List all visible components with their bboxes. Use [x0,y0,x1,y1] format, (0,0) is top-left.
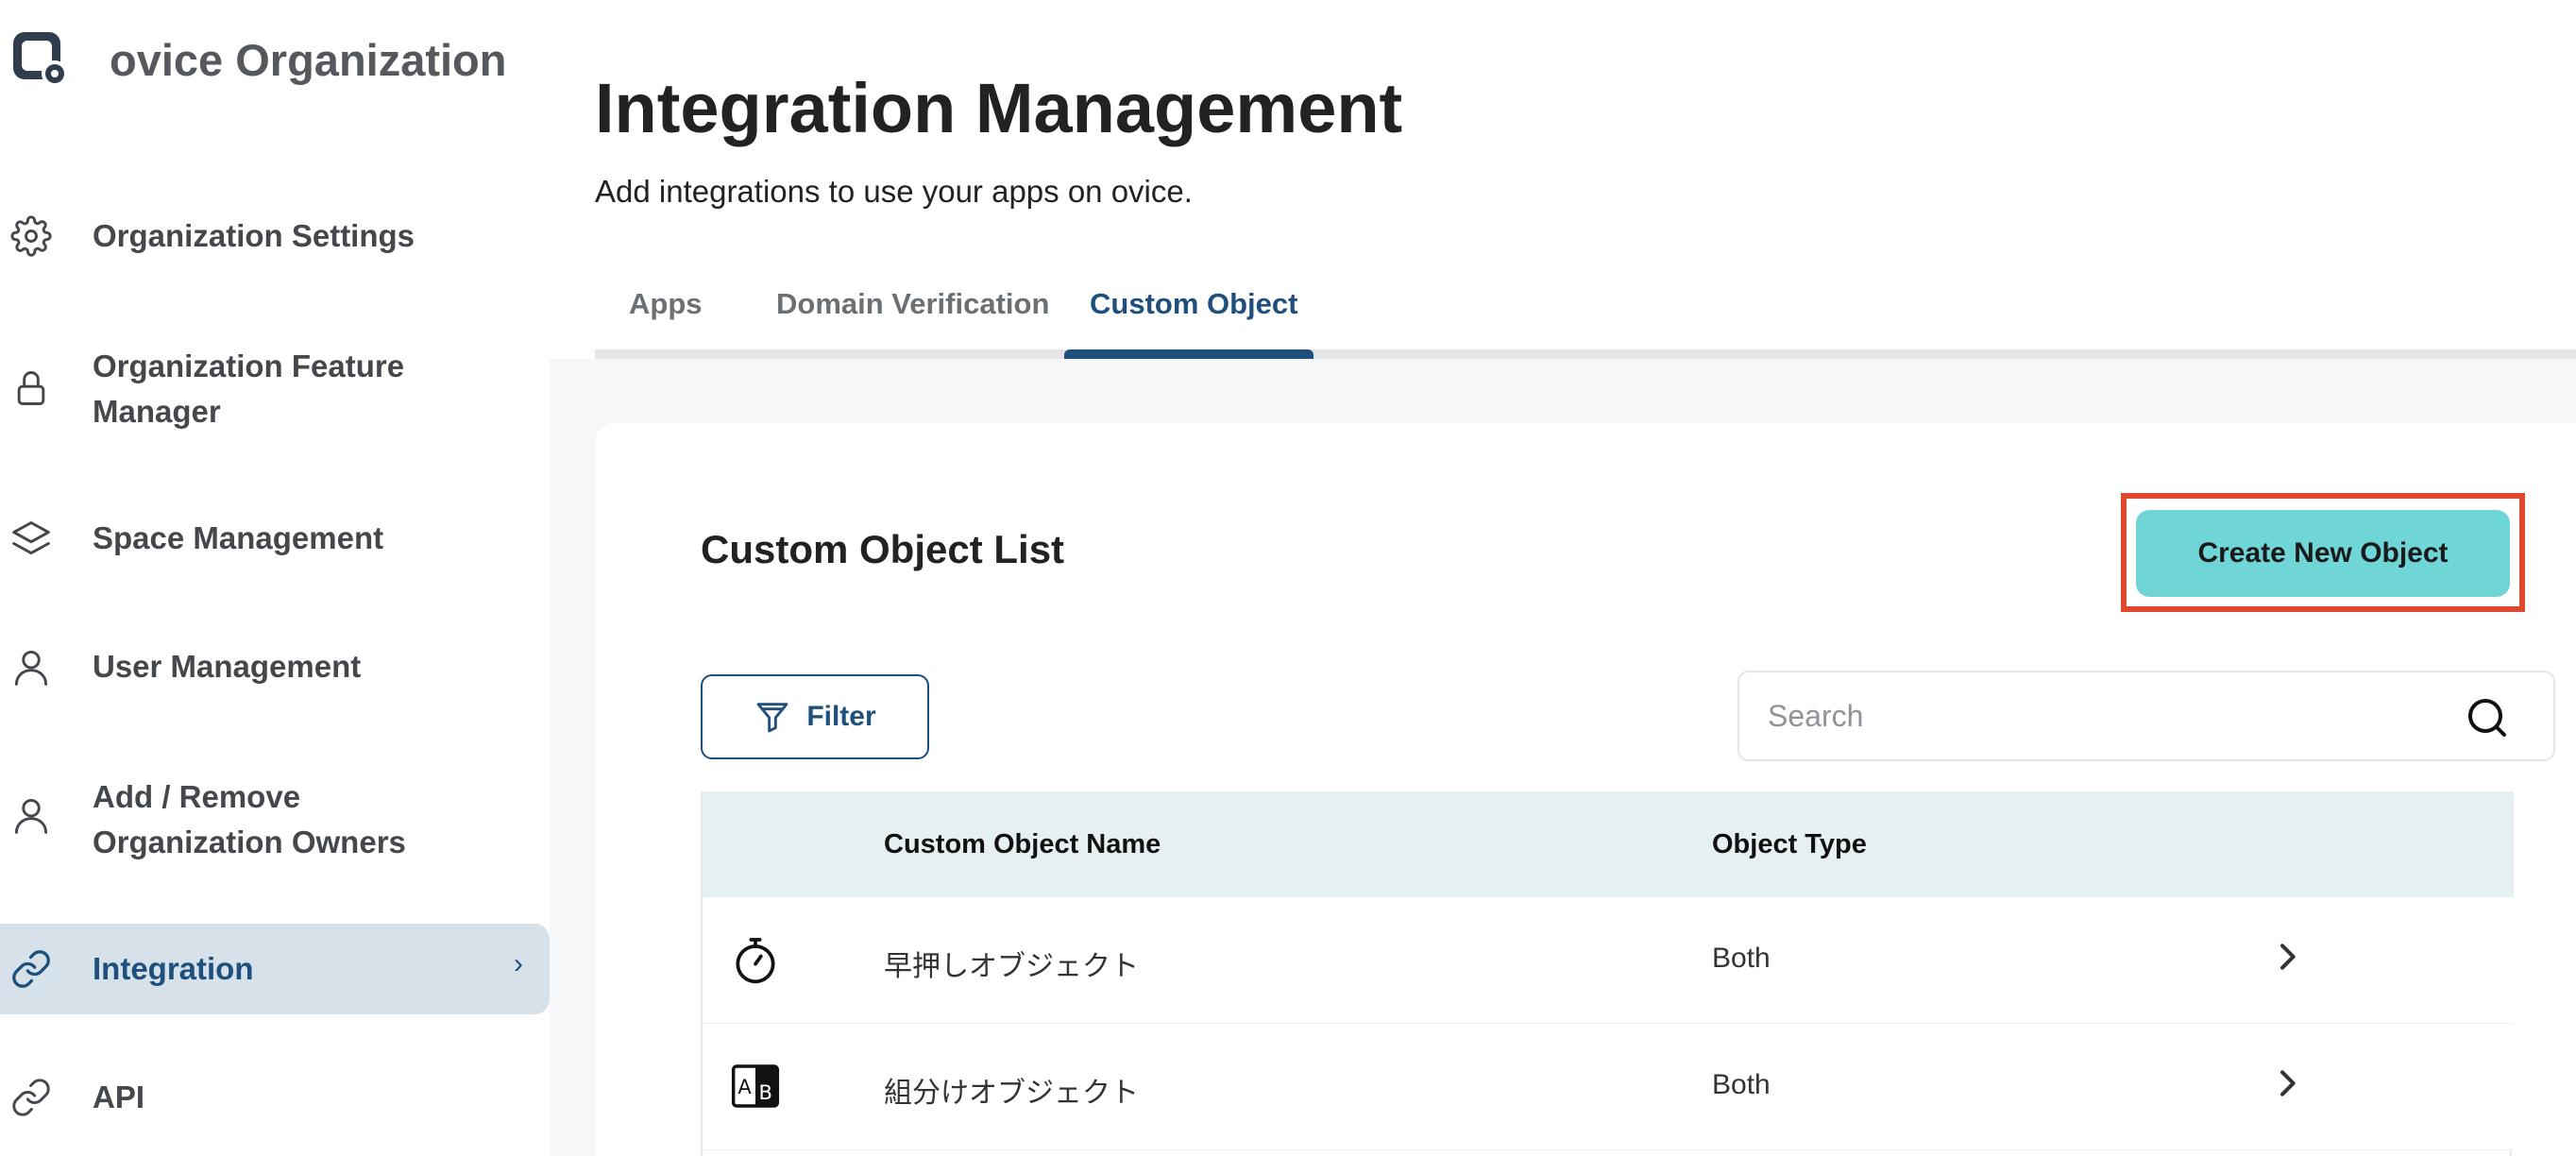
sidebar: ovice Organization Organization Settings… [0,0,550,1156]
sidebar-item-label: Integration [93,951,254,986]
sidebar-item-label: User Management [93,649,362,684]
tab-domain-verification[interactable]: Domain Verification [776,287,1049,321]
app-root: ovice Organization Organization Settings… [0,0,2576,1156]
svg-text:A: A [737,1076,752,1098]
ovice-logo-icon [13,32,68,87]
column-header-name: Custom Object Name [884,829,1161,859]
sidebar-item-label: Organization Feature Manager [93,348,405,429]
search-input[interactable] [1768,672,2466,759]
filter-icon [756,703,788,733]
chevron-right-icon: › [514,948,523,979]
table-row[interactable]: 早押しオブジェクト Both [703,897,2514,1024]
main-content: Integration Management Add integrations … [550,0,2576,1156]
sidebar-item-label: Add / Remove Organization Owners [93,779,406,859]
sidebar-item-organization-owners[interactable]: Add / Remove Organization Owners [0,773,550,867]
chevron-right-icon[interactable] [2268,935,2306,978]
create-new-object-button[interactable]: Create New Object [2136,510,2510,597]
page-subtitle: Add integrations to use your apps on ovi… [595,174,1193,209]
svg-text:B: B [759,1081,772,1104]
custom-object-table: Custom Object Name Object Type 早押しオブジェクト… [701,791,2514,1156]
tab-track [595,349,2576,359]
filter-label: Filter [806,701,876,732]
list-title: Custom Object List [701,527,1065,571]
tab-bar: Apps Domain Verification Custom Object [595,274,2576,360]
chevron-right-icon[interactable] [2268,1062,2306,1105]
object-type: Both [1712,1069,1771,1100]
object-name: 早押しオブジェクト [884,951,1139,982]
search-box [1737,671,2555,761]
search-icon[interactable] [2465,695,2510,740]
table-header: Custom Object Name Object Type [703,791,2514,897]
column-header-type: Object Type [1712,829,1867,859]
object-name: 組分けオブジェクト [884,1078,1139,1109]
sidebar-item-label: Space Management [93,520,384,555]
ab-split-icon: A B [731,1064,780,1108]
table-row[interactable]: A B 組分けオブジェクト Both [703,1024,2514,1150]
stopwatch-icon [736,938,775,984]
link-icon [9,1076,53,1119]
tab-custom-object[interactable]: Custom Object [1090,287,1297,321]
lock-icon [9,366,53,410]
object-type: Both [1712,943,1771,974]
filter-button[interactable]: Filter [701,674,929,759]
org-name: ovice Organization [110,35,507,85]
sidebar-item-integration[interactable]: Integration › [0,924,550,1014]
page-title: Integration Management [595,69,1403,147]
user-icon [9,645,53,688]
user-icon [9,793,53,837]
sidebar-item-label: Organization Settings [93,218,415,253]
gear-icon [9,214,53,258]
tab-apps[interactable]: Apps [629,287,703,321]
sidebar-item-organization-settings[interactable]: Organization Settings [0,210,550,263]
custom-object-card: Custom Object List Create New Object Fil… [595,423,2576,1156]
sidebar-item-label: API [93,1080,145,1114]
link-icon [9,947,53,991]
sidebar-item-api[interactable]: API [0,1071,550,1124]
sidebar-item-feature-manager[interactable]: Organization Feature Manager [0,342,550,436]
sidebar-item-space-management[interactable]: Space Management [0,512,550,565]
sidebar-item-user-management[interactable]: User Management [0,640,550,693]
layers-icon [9,517,53,560]
